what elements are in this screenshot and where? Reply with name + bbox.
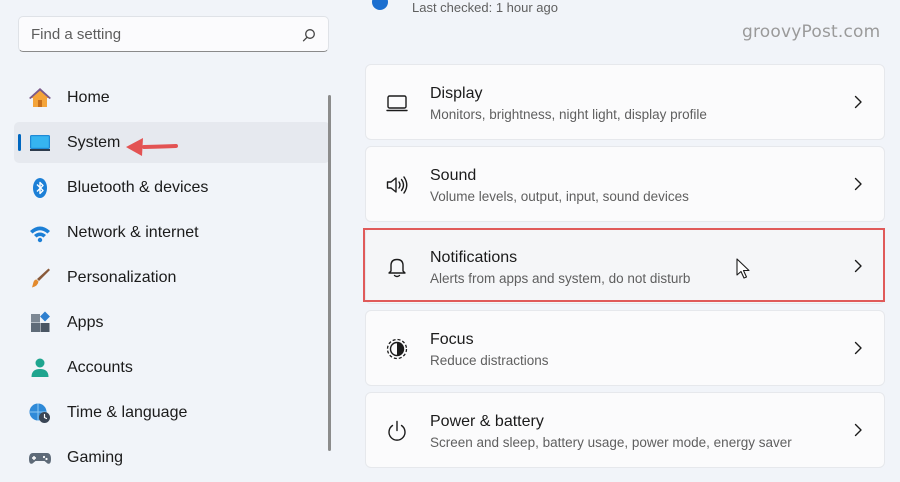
card-subtitle: Volume levels, output, input, sound devi… (430, 189, 689, 204)
last-checked-text: Last checked: 1 hour ago (412, 0, 558, 15)
search-box[interactable] (18, 16, 329, 52)
chevron-right-icon (854, 95, 862, 109)
sidebar-item-label: Gaming (67, 448, 124, 466)
card-title: Notifications (430, 249, 518, 266)
settings-card-notifications[interactable]: Notifications Alerts from apps and syste… (365, 228, 885, 304)
card-title: Sound (430, 167, 477, 184)
sidebar-item-label: Time & language (67, 403, 188, 421)
mouse-cursor-icon (736, 258, 750, 279)
chevron-right-icon (854, 177, 862, 191)
annotation-arrow-icon (126, 138, 178, 156)
sidebar-item-label: Network & internet (67, 223, 199, 241)
sidebar-item-gaming[interactable]: Gaming (14, 437, 330, 478)
sidebar-item-apps[interactable]: Apps (14, 302, 330, 343)
sidebar-item-label: System (67, 133, 121, 151)
card-title: Display (430, 85, 483, 102)
settings-card-power-battery[interactable]: Power & battery Screen and sleep, batter… (365, 392, 885, 468)
brush-icon (32, 268, 50, 288)
card-title: Power & battery (430, 413, 544, 430)
focus-icon (386, 338, 408, 360)
sidebar-item-label: Personalization (67, 268, 177, 286)
chevron-right-icon (854, 259, 862, 273)
sidebar-item-personalization[interactable]: Personalization (14, 257, 330, 298)
card-subtitle: Screen and sleep, battery usage, power m… (430, 435, 792, 450)
card-subtitle: Reduce distractions (430, 353, 549, 368)
display-icon (386, 95, 408, 112)
sidebar-item-time-language[interactable]: Time & language (14, 392, 330, 433)
card-title: Focus (430, 331, 474, 348)
sidebar-item-accounts[interactable]: Accounts (14, 347, 330, 388)
sidebar-item-label: Apps (67, 313, 104, 331)
settings-card-focus[interactable]: Focus Reduce distractions (365, 310, 885, 386)
settings-card-sound[interactable]: Sound Volume levels, output, input, soun… (365, 146, 885, 222)
apps-icon (31, 311, 50, 332)
bluetooth-icon (33, 178, 47, 198)
bell-icon (388, 258, 406, 278)
sidebar-item-network[interactable]: Network & internet (14, 212, 330, 253)
sidebar-item-bluetooth[interactable]: Bluetooth & devices (14, 167, 330, 208)
sidebar-item-label: Bluetooth & devices (67, 178, 209, 196)
gamepad-icon (29, 453, 51, 464)
chevron-right-icon (854, 423, 862, 437)
card-subtitle: Alerts from apps and system, do not dist… (430, 271, 691, 286)
sidebar-item-home[interactable]: Home (14, 77, 330, 118)
wifi-icon (30, 226, 50, 243)
speaker-icon (386, 176, 408, 194)
chevron-right-icon (854, 341, 862, 355)
selection-indicator (18, 134, 21, 151)
sidebar-scrollbar[interactable] (328, 95, 331, 451)
home-icon (29, 88, 51, 107)
update-status-icon (372, 0, 388, 10)
sidebar-item-label: Home (67, 88, 110, 106)
settings-card-display[interactable]: Display Monitors, brightness, night ligh… (365, 64, 885, 140)
system-monitor-icon (30, 135, 50, 151)
search-icon (302, 29, 315, 42)
power-icon (388, 420, 406, 441)
sidebar-item-label: Accounts (67, 358, 133, 376)
globe-clock-icon (29, 403, 50, 423)
search-input[interactable] (31, 17, 291, 51)
card-subtitle: Monitors, brightness, night light, displ… (430, 107, 707, 122)
watermark: groovyPost.com (742, 22, 881, 42)
person-icon (31, 358, 49, 377)
